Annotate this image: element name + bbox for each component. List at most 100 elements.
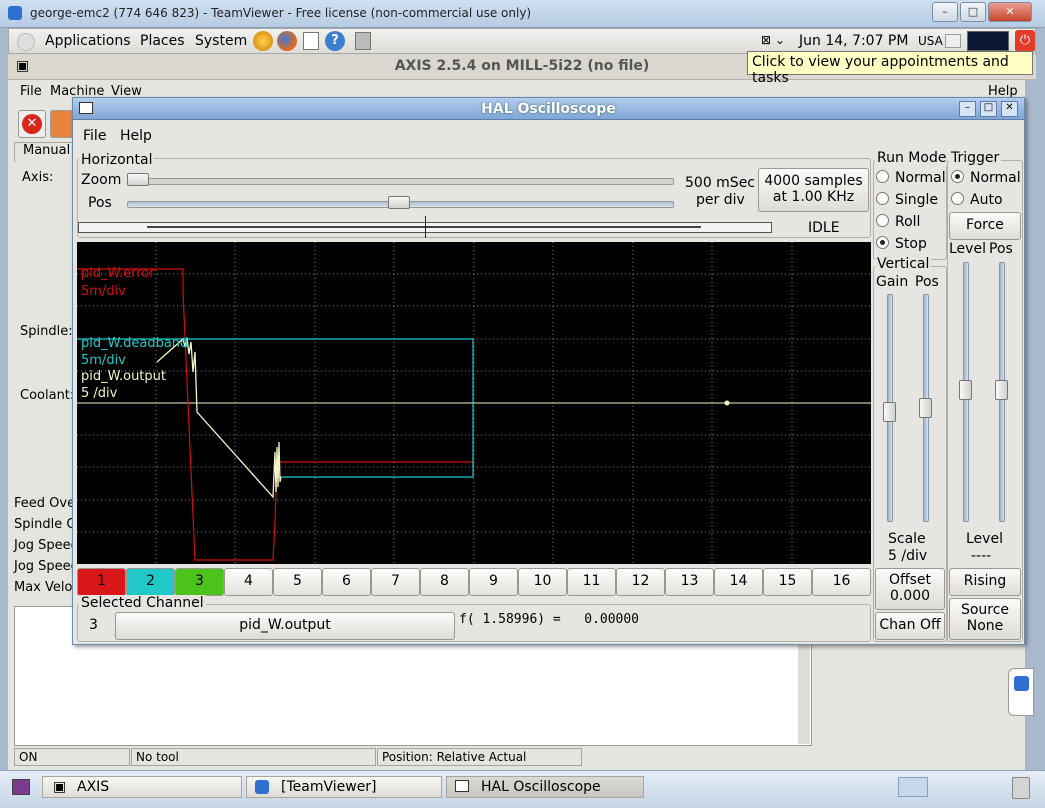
panel-arrows-icon[interactable]: ⊠ ⌄ xyxy=(761,33,785,47)
acquisition-state: IDLE xyxy=(808,220,840,236)
time-per-div-line1: 500 mSec xyxy=(685,175,756,191)
label-spindle: Spindle: xyxy=(20,324,73,339)
selected-channel-name-button[interactable]: pid_W.output xyxy=(115,612,455,640)
scope-trace-canvas xyxy=(77,242,871,564)
menu-places[interactable]: Places xyxy=(140,33,185,49)
channel-button-2[interactable]: 2 xyxy=(126,568,175,596)
gain-label: Gain xyxy=(876,274,909,290)
calculator-icon[interactable] xyxy=(355,32,371,50)
run-mode-stop[interactable]: Stop xyxy=(876,236,927,252)
force-button[interactable]: Force xyxy=(949,212,1021,240)
channel-button-4[interactable]: 4 xyxy=(224,568,273,596)
channel-button-7[interactable]: 7 xyxy=(371,568,420,596)
calendar-tooltip: Click to view your appointments and task… xyxy=(747,51,1033,86)
trigger-pos-slider-thumb[interactable] xyxy=(995,380,1008,400)
channel-button-8[interactable]: 8 xyxy=(420,568,469,596)
task-axis[interactable]: ▣ AXIS xyxy=(42,776,242,798)
teamviewer-side-tab[interactable] xyxy=(1008,668,1034,716)
network-icon[interactable] xyxy=(945,34,961,48)
scope-titlebar: HAL Oscilloscope – □ ✕ xyxy=(73,98,1024,120)
cursor-readout: f( 1.58996) = 0.00000 xyxy=(459,612,640,627)
menu-system[interactable]: System xyxy=(195,33,247,49)
tab-manual[interactable]: Manual xyxy=(14,142,74,162)
record-progress-bar xyxy=(78,216,772,238)
machine-power-button[interactable] xyxy=(50,110,74,138)
override-jog-speed: Jog Speed xyxy=(14,538,79,553)
firefox-icon[interactable] xyxy=(277,31,297,51)
task-hal-oscilloscope[interactable]: HAL Oscilloscope xyxy=(446,776,644,798)
keyboard-layout[interactable]: USA xyxy=(918,34,943,48)
launcher-icon[interactable] xyxy=(253,31,273,51)
vertical-scrollbar[interactable] xyxy=(798,640,810,744)
menu-applications[interactable]: Applications xyxy=(45,33,131,49)
zoom-slider-thumb[interactable] xyxy=(127,173,149,186)
bottom-taskbar: ▣ AXIS [TeamViewer] HAL Oscilloscope xyxy=(0,770,1045,808)
run-mode-roll[interactable]: Roll xyxy=(876,214,920,230)
scope-minimize-button[interactable]: – xyxy=(959,101,976,117)
trigger-auto[interactable]: Auto xyxy=(951,192,1003,208)
run-mode-single[interactable]: Single xyxy=(876,192,938,208)
chan-off-label: Chan Off xyxy=(879,617,941,633)
channel-button-12[interactable]: 12 xyxy=(616,568,665,596)
channel-button-13[interactable]: 13 xyxy=(665,568,714,596)
system-monitor-icon[interactable] xyxy=(967,31,1009,51)
scope-menu-help[interactable]: Help xyxy=(120,128,152,144)
vertical-pos-slider-thumb[interactable] xyxy=(919,398,932,418)
minimize-button[interactable]: – xyxy=(932,2,958,22)
trigger-source-button[interactable]: Source None xyxy=(949,598,1021,640)
scope-maximize-button[interactable]: □ xyxy=(980,101,997,117)
channel-button-1[interactable]: 1 xyxy=(77,568,126,596)
vertical-pos-label: Pos xyxy=(915,274,939,290)
task-teamviewer-icon xyxy=(255,780,269,794)
scope-display[interactable]: pid_W.error 5m/div pid_W.deadband 5m/div… xyxy=(77,242,871,564)
teamviewer-titlebar: george-emc2 (774 646 823) - TeamViewer -… xyxy=(0,0,1045,28)
chan-off-button[interactable]: Chan Off xyxy=(875,612,945,640)
selected-channel-number: 3 xyxy=(89,617,98,633)
close-button[interactable]: ✕ xyxy=(988,2,1032,22)
maximize-button[interactable]: □ xyxy=(960,2,986,22)
run-mode-label: Run Mode xyxy=(875,150,949,166)
samples-line1: 4000 samples xyxy=(764,173,863,189)
pos-slider-thumb[interactable] xyxy=(388,196,410,209)
gain-slider-thumb[interactable] xyxy=(883,402,896,422)
channel-button-14[interactable]: 14 xyxy=(714,568,763,596)
trash-icon[interactable] xyxy=(1012,777,1030,799)
trace-label-deadband-scale: 5m/div xyxy=(81,353,126,368)
scope-menu-file[interactable]: File xyxy=(83,128,106,144)
workspace-switcher[interactable] xyxy=(898,777,928,797)
text-editor-icon[interactable] xyxy=(303,32,319,50)
offset-button[interactable]: Offset 0.000 xyxy=(875,568,945,610)
show-desktop-icon[interactable] xyxy=(12,779,30,795)
power-icon[interactable]: ⏻ xyxy=(1015,30,1035,52)
run-mode-normal[interactable]: Normal xyxy=(876,170,946,186)
help-icon[interactable]: ? xyxy=(325,31,345,51)
trigger-edge-button[interactable]: Rising xyxy=(949,568,1021,596)
label-axis: Axis: xyxy=(22,170,54,185)
trigger-level-slider-thumb[interactable] xyxy=(959,380,972,400)
channel-button-5[interactable]: 5 xyxy=(273,568,322,596)
scope-close-button[interactable]: ✕ xyxy=(1001,101,1018,117)
estop-button[interactable]: ✕ xyxy=(18,110,46,138)
channel-button-10[interactable]: 10 xyxy=(518,568,567,596)
channel-button-15[interactable]: 15 xyxy=(763,568,812,596)
axis-menu-file[interactable]: File xyxy=(20,84,42,99)
channel-button-11[interactable]: 11 xyxy=(567,568,616,596)
task-teamviewer[interactable]: [TeamViewer] xyxy=(246,776,442,798)
task-axis-label: AXIS xyxy=(77,779,110,795)
channel-button-16[interactable]: 16 xyxy=(812,568,871,596)
scale-value: 5 /div xyxy=(888,548,928,564)
record-progress-inner xyxy=(147,226,701,228)
channel-button-9[interactable]: 9 xyxy=(469,568,518,596)
samples-rate-button[interactable]: 4000 samples at 1.00 KHz xyxy=(758,168,869,212)
override-jog-speed-angular: Jog Speed xyxy=(14,559,79,574)
trigger-normal-label: Normal xyxy=(970,170,1021,186)
zoom-slider-track[interactable] xyxy=(127,178,674,185)
panel-clock[interactable]: Jun 14, 7:07 PM xyxy=(799,33,908,49)
task-hal-label: HAL Oscilloscope xyxy=(481,779,601,795)
channel-button-3[interactable]: 3 xyxy=(175,568,224,596)
override-spindle: Spindle O xyxy=(14,517,77,532)
trigger-normal[interactable]: Normal xyxy=(951,170,1021,186)
channel-button-6[interactable]: 6 xyxy=(322,568,371,596)
trigger-level-value: ---- xyxy=(971,548,992,564)
task-axis-icon: ▣ xyxy=(53,779,67,795)
